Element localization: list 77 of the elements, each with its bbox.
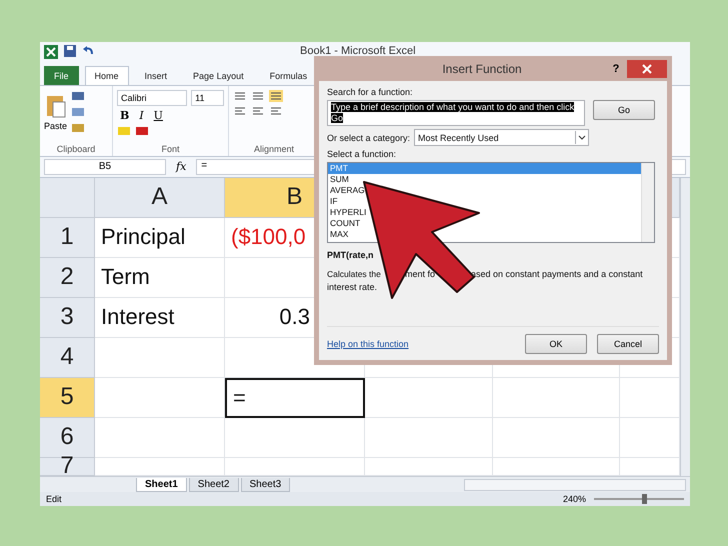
row-header[interactable]: 2 <box>40 258 95 298</box>
row-header[interactable]: 5 <box>40 378 95 418</box>
zoom-level: 240% <box>562 494 586 504</box>
fill-color-icon[interactable] <box>117 124 131 137</box>
zoom-slider-thumb[interactable] <box>642 494 646 504</box>
help-button[interactable]: ? <box>605 62 627 76</box>
list-scrollbar[interactable] <box>641 163 654 242</box>
align-icon[interactable] <box>233 90 247 102</box>
table-cell[interactable] <box>620 418 680 458</box>
table-cell[interactable] <box>493 418 620 458</box>
row-header[interactable]: 4 <box>40 338 95 378</box>
status-mode: Edit <box>46 494 62 504</box>
table-cell[interactable] <box>493 378 620 418</box>
format-button[interactable]: I <box>136 108 147 122</box>
format-button[interactable]: U <box>150 108 166 122</box>
table-cell[interactable]: Interest <box>95 298 225 338</box>
table-cell[interactable] <box>225 418 365 458</box>
undo-icon[interactable] <box>82 45 94 57</box>
dialog-title: Insert Function <box>441 62 523 76</box>
table-cell[interactable] <box>365 378 493 418</box>
group-label: Font <box>160 144 180 156</box>
ok-button[interactable]: OK <box>525 334 587 354</box>
column-header[interactable]: A <box>95 178 225 218</box>
align-icon[interactable] <box>251 104 265 117</box>
paste-button[interactable]: Paste <box>44 92 68 131</box>
group-label: Clipboard <box>56 144 96 156</box>
category-label: Or select a category: <box>327 132 410 142</box>
close-button[interactable] <box>627 60 667 78</box>
insert-function-button[interactable]: fx <box>172 160 190 174</box>
ribbon-tab[interactable]: Formulas <box>260 66 318 85</box>
ribbon-tab[interactable]: Page Layout <box>183 66 254 85</box>
align-icon[interactable] <box>233 104 247 117</box>
align-icon[interactable] <box>269 90 283 102</box>
search-field[interactable]: Type a brief description of what you want to do and then click Go <box>327 100 585 126</box>
description-text: ment fo <box>405 269 436 279</box>
description-text: interest rate. <box>327 282 378 292</box>
search-label: Search for a function: <box>327 87 414 97</box>
description-text: Calculates the <box>327 269 381 279</box>
category-select[interactable]: Most Recently Used <box>414 129 590 146</box>
sheet-tab[interactable]: Sheet1 <box>136 478 187 492</box>
table-cell[interactable]: Term <box>95 258 225 298</box>
sheet-tab[interactable]: Sheet2 <box>188 478 238 492</box>
table-cell[interactable]: = <box>225 378 365 418</box>
caret-icon <box>575 131 588 144</box>
close-icon <box>642 64 652 74</box>
name-box[interactable]: B5 <box>44 158 166 175</box>
excel-logo-icon <box>44 45 58 59</box>
go-button[interactable]: Go <box>593 100 655 120</box>
cancel-button[interactable]: Cancel <box>597 334 659 354</box>
format-button[interactable]: B <box>117 108 132 122</box>
table-cell[interactable]: Principal <box>95 218 225 258</box>
help-link[interactable]: Help on this function <box>327 339 409 349</box>
row-header[interactable]: 3 <box>40 298 95 338</box>
table-cell[interactable] <box>620 378 680 418</box>
font-color-icon[interactable] <box>135 124 149 137</box>
table-cell[interactable] <box>365 418 493 458</box>
align-icon[interactable] <box>251 90 265 102</box>
group-label: Alignment <box>252 144 296 156</box>
select-all-corner[interactable] <box>40 178 95 218</box>
row-header[interactable]: 6 <box>40 418 95 458</box>
sheet-tab[interactable]: Sheet3 <box>240 478 290 492</box>
window-title: Book1 - Microsoft Excel <box>300 45 416 57</box>
font-name-field[interactable]: Calibri <box>117 90 188 106</box>
table-cell[interactable] <box>95 378 225 418</box>
table-cell[interactable] <box>95 418 225 458</box>
function-list-label: Select a function: <box>327 149 398 159</box>
ribbon-tab[interactable]: Insert <box>134 66 178 85</box>
align-icon[interactable] <box>269 104 283 117</box>
row-header[interactable]: 1 <box>40 218 95 258</box>
horizontal-scrollbar[interactable] <box>464 478 686 491</box>
font-size-field[interactable]: 11 <box>191 90 224 106</box>
vertical-scrollbar[interactable] <box>680 178 690 476</box>
row-header[interactable]: 7 <box>40 458 95 476</box>
table-cell[interactable] <box>95 338 225 378</box>
save-icon[interactable] <box>64 45 76 57</box>
file-tab[interactable]: File <box>44 66 79 85</box>
ribbon-tab[interactable]: Home <box>84 66 129 85</box>
